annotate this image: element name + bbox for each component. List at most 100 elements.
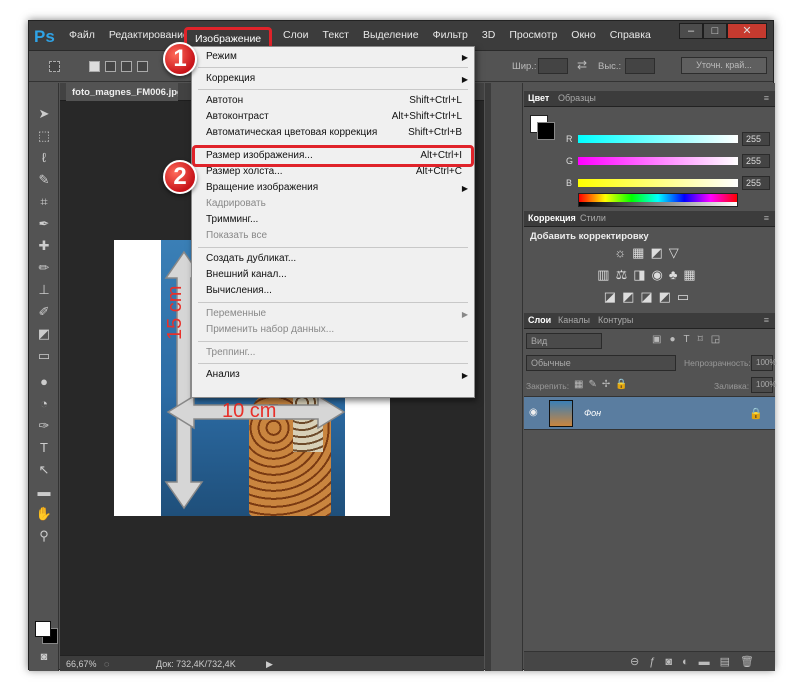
move-tool-icon[interactable]: ➤ <box>35 105 53 123</box>
panel-menu-icon[interactable]: ≡ <box>764 213 769 223</box>
status-menu-arrow-icon[interactable]: ▶ <box>266 659 273 670</box>
document-tab[interactable]: foto_magnes_FM006.jpg @ <box>66 83 178 101</box>
eraser-tool-icon[interactable]: ◩ <box>35 325 53 343</box>
add-selection-icon[interactable] <box>105 61 116 72</box>
intersect-selection-icon[interactable] <box>137 61 148 72</box>
dodge-tool-icon[interactable]: ◔ <box>35 395 53 413</box>
menu-separator <box>198 89 468 90</box>
menu-item-1[interactable]: Редактирование <box>109 29 189 41</box>
zoom-tool-icon[interactable]: ⚲ <box>35 527 53 545</box>
opacity-field[interactable]: 100% <box>751 355 776 371</box>
app-logo: Ps <box>34 27 55 46</box>
brush-tool-icon[interactable]: ✏ <box>35 259 53 277</box>
minimize-button[interactable]: – <box>679 23 703 39</box>
foreground-color-swatch[interactable] <box>35 621 51 637</box>
subtract-selection-icon[interactable] <box>121 61 132 72</box>
path-select-icon[interactable]: ↖ <box>35 461 53 479</box>
close-button[interactable]: ✕ <box>727 23 767 39</box>
swap-icon[interactable]: ⇄ <box>577 58 587 72</box>
quick-mask-icon[interactable]: ◙ <box>35 648 53 666</box>
tab-color[interactable]: Цвет <box>528 93 549 103</box>
submenu-arrow-icon: ▶ <box>461 53 468 62</box>
menu-item-label: Кадрировать <box>206 198 266 209</box>
menu-item-label: Вращение изображения <box>206 182 319 193</box>
slider-r[interactable]: R 255 <box>524 131 775 149</box>
history-brush-icon[interactable]: ✐ <box>35 303 53 321</box>
image-menu-item[interactable]: Автоматическая цветовая коррекция Shift+C… <box>206 127 462 143</box>
panel-menu-icon[interactable]: ≡ <box>764 315 769 325</box>
image-menu-item[interactable]: Режим ▶ <box>206 51 468 67</box>
tab-channels[interactable]: Каналы <box>558 315 590 325</box>
slider-b[interactable]: B 255 <box>524 175 775 193</box>
image-menu-item[interactable]: Создать дубликат... <box>206 253 462 269</box>
image-menu-item[interactable]: Вычисления... <box>206 285 462 301</box>
slider-g[interactable]: G 255 <box>524 153 775 171</box>
image-menu-item[interactable]: Анализ ▶ <box>206 369 468 385</box>
image-menu-item[interactable]: Тримминг... <box>206 214 462 230</box>
tab-paths[interactable]: Контуры <box>598 315 633 325</box>
new-selection-icon[interactable] <box>89 61 100 72</box>
image-menu-item[interactable]: Автоконтраст Alt+Shift+Ctrl+L <box>206 111 462 127</box>
width-field[interactable] <box>538 58 568 74</box>
pen-tool-icon[interactable]: ✑ <box>35 417 53 435</box>
tab-adjustments[interactable]: Коррекция <box>528 213 576 223</box>
marquee-tool-icon[interactable] <box>49 61 60 72</box>
stamp-tool-icon[interactable]: ⊥ <box>35 281 53 299</box>
image-menu-item[interactable]: Размер холста... Alt+Ctrl+C <box>206 166 462 182</box>
menu-item-10[interactable]: Справка <box>610 29 651 41</box>
step-2-badge: 2 <box>163 160 197 194</box>
height-field[interactable] <box>625 58 655 74</box>
color-spectrum[interactable] <box>578 193 738 207</box>
image-menu-item: Переменные ▶ <box>206 308 468 324</box>
shape-tool-icon[interactable]: ▬ <box>35 483 53 501</box>
crop-tool-icon[interactable]: ⌗ <box>35 193 53 211</box>
adjustments-title: Добавить корректировку <box>530 231 649 242</box>
window-controls: – □ ✕ <box>679 23 767 39</box>
image-menu-item[interactable]: Внешний канал... <box>206 269 462 285</box>
quick-select-icon[interactable]: ✎ <box>35 171 53 189</box>
menu-item-0[interactable]: Файл <box>69 29 95 41</box>
opacity-label: Непрозрачность: <box>684 358 751 368</box>
menu-item-4[interactable]: Текст <box>323 29 349 41</box>
blend-mode-select[interactable]: Обычные <box>526 355 676 371</box>
layer-row[interactable]: ◉ Фон 🔒 <box>524 396 775 430</box>
menu-item-6[interactable]: Фильтр <box>433 29 468 41</box>
menu-item-8[interactable]: Просмотр <box>509 29 557 41</box>
layer-filter-icons[interactable]: ▣●T⌑◲ <box>652 334 728 345</box>
blur-tool-icon[interactable]: ● <box>35 373 53 391</box>
layer-action-icons[interactable]: ⊖ƒ◙◐▬▤🗑 <box>630 655 764 668</box>
image-menu-item[interactable]: Автотон Shift+Ctrl+L <box>206 95 462 111</box>
maximize-button[interactable]: □ <box>703 23 727 39</box>
menu-item-shortcut: Shift+Ctrl+B <box>408 127 462 138</box>
menu-item-5[interactable]: Выделение <box>363 29 419 41</box>
image-size-highlight <box>192 145 474 167</box>
layer-thumbnail <box>549 400 573 427</box>
hand-tool-icon[interactable]: ✋ <box>35 505 53 523</box>
tab-layers[interactable]: Слои <box>528 315 551 325</box>
menu-item-shortcut: Alt+Ctrl+C <box>415 166 462 177</box>
tab-styles[interactable]: Стили <box>580 213 606 223</box>
menu-item-3[interactable]: Слои <box>283 29 309 41</box>
lock-icons[interactable]: ▦✎✢🔒 <box>574 379 633 390</box>
eyedropper-tool-icon[interactable]: ✒ <box>35 215 53 233</box>
marquee-tool-icon[interactable]: ⬚ <box>35 127 53 145</box>
adjustment-icons-row-2[interactable]: ▥⚖◨◉♣▦ <box>524 267 775 283</box>
visibility-eye-icon[interactable]: ◉ <box>529 407 538 418</box>
adjustment-icons-row-3[interactable]: ◪◩◪◩▭ <box>524 289 775 305</box>
lasso-tool-icon[interactable]: ℓ <box>35 149 53 167</box>
menu-item-7[interactable]: 3D <box>482 29 495 41</box>
image-menu-item[interactable]: Коррекция ▶ <box>206 73 468 89</box>
tab-swatches[interactable]: Образцы <box>558 93 596 103</box>
image-menu-item[interactable]: Вращение изображения ▶ <box>206 182 468 198</box>
gradient-tool-icon[interactable]: ▭ <box>35 347 53 365</box>
refine-edge-button[interactable]: Уточн. край... <box>681 57 767 74</box>
healing-tool-icon[interactable]: ✚ <box>35 237 53 255</box>
zoom-level[interactable]: 66,67% <box>66 659 97 669</box>
image-menu-item: Треппинг... <box>206 347 462 363</box>
panel-menu-icon[interactable]: ≡ <box>764 93 769 103</box>
menu-item-9[interactable]: Окно <box>571 29 595 41</box>
adjustment-icons-row-1[interactable]: ☼▦◩▽ <box>524 245 775 261</box>
fill-field[interactable]: 100% <box>751 377 776 393</box>
layer-kind-filter[interactable]: Вид <box>526 333 602 349</box>
type-tool-icon[interactable]: T <box>35 439 53 457</box>
